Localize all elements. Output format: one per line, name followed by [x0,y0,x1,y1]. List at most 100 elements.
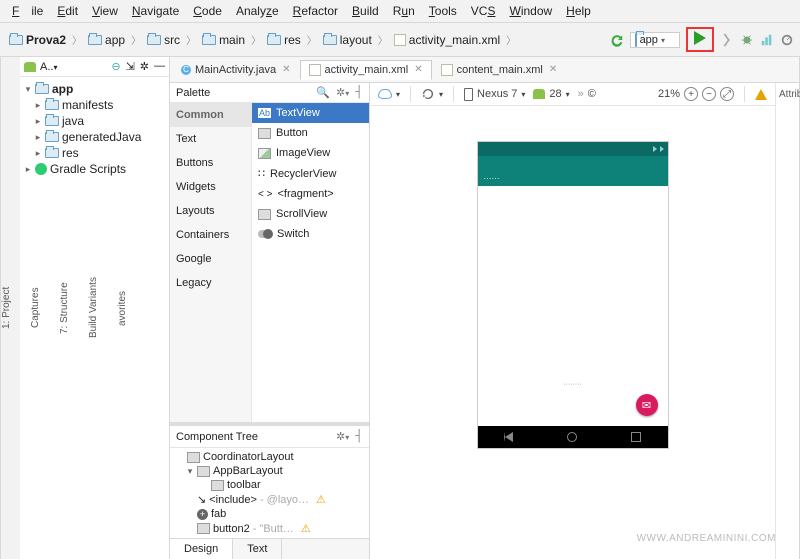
dock-icon[interactable]: ┤ [355,86,363,99]
run-config-select[interactable]: app ▾ [630,32,680,48]
menu-build[interactable]: Build [346,2,385,20]
palette-item-label: Button [276,127,308,139]
palette-item-imageview[interactable]: ImageView [252,143,369,163]
tool-favorites-tab[interactable]: avorites [117,291,128,326]
menu-run[interactable]: Run [387,2,421,20]
menu-file[interactable]: File [6,2,49,20]
close-icon[interactable]: ✕ [282,64,290,75]
menu-vcs[interactable]: VCS [465,2,502,20]
tab-main-activity[interactable]: CMainActivity.java✕ [172,60,300,80]
close-icon[interactable]: ✕ [414,64,422,75]
tab-activity-main-xml[interactable]: activity_main.xml✕ [300,60,432,80]
tab-content-main-xml[interactable]: content_main.xml✕ [432,60,567,80]
menu-analyze[interactable]: Analyze [230,2,285,20]
palette-cat-containers[interactable]: Containers [170,223,251,247]
design-surface-select[interactable]: ▾ [378,89,400,99]
attributes-panel-collapsed[interactable]: Attribute [775,83,799,559]
debug-icon[interactable] [740,33,754,47]
folder-icon [202,35,216,45]
palette-cat-google[interactable]: Google [170,247,251,271]
tree-node-gradle-scripts[interactable]: ▸Gradle Scripts [22,161,167,177]
menu-tools[interactable]: Tools [423,2,463,20]
palette-cat-layouts[interactable]: Layouts [170,199,251,223]
palette-cat-common[interactable]: Common [170,103,251,127]
crumb-main[interactable]: main [199,32,248,48]
tree-node-app[interactable]: ▾app [22,81,167,97]
tool-structure-tab[interactable]: 7: Structure [59,282,70,334]
theme-select[interactable]: »© [578,88,596,100]
run-button[interactable] [686,27,714,52]
menu-edit[interactable]: Edit [51,2,84,20]
crumb-src[interactable]: src [144,32,183,48]
close-icon[interactable]: ✕ [549,64,557,75]
tree-node-include[interactable]: ↘<include> - @layo…⚠ [174,492,365,507]
navigation-bar: Prova2〉 app〉 src〉 main〉 res〉 layout〉 act… [0,23,800,57]
settings-gear-icon[interactable]: ✲ [140,60,149,73]
warnings-icon[interactable] [755,89,767,100]
tree-node-manifests[interactable]: ▸manifests [22,97,167,113]
palette-item-switch[interactable]: Switch [252,224,369,244]
sync-icon[interactable] [610,33,624,47]
palette-item-textview[interactable]: AbTextView [252,103,369,123]
hide-icon[interactable]: ― [154,60,165,73]
tree-node-fab[interactable]: +fab [174,507,365,521]
button-icon [197,523,210,534]
collapse-all-icon[interactable]: ⊖ [111,60,120,73]
folder-icon [45,100,59,110]
apply-changes-icon[interactable] [720,33,734,47]
crumb-app[interactable]: app [85,32,128,48]
crumb-project[interactable]: Prova2 [6,32,69,48]
menu-view[interactable]: View [86,2,124,20]
profiler-icon[interactable] [760,33,774,47]
preview-title: ······ [484,174,500,183]
palette-item-fragment[interactable]: < ><fragment> [252,184,369,204]
palette-cat-buttons[interactable]: Buttons [170,151,251,175]
crumb-layout[interactable]: layout [320,32,375,48]
tree-node-toolbar[interactable]: toolbar [174,478,365,492]
design-tab[interactable]: Design [170,539,233,559]
dock-icon[interactable]: ┤ [355,430,363,443]
menu-navigate[interactable]: Navigate [126,2,185,20]
palette-item-scrollview[interactable]: ScrollView [252,204,369,224]
project-toolbar: A..▾ ⊖ ⇲ ✲ ― [20,57,169,77]
crumb-file[interactable]: activity_main.xml [391,32,503,48]
avd-manager-icon[interactable] [780,33,794,47]
tree-node-button2[interactable]: button2 - "Butt…⚠ [174,521,365,536]
preview-status-bar [478,142,668,156]
palette-item-recyclerview[interactable]: ∷RecyclerView [252,163,369,184]
project-view-mode[interactable]: A..▾ [40,61,57,73]
palette-item-button[interactable]: Button [252,123,369,143]
crumb-label: res [284,33,301,47]
tree-node-generated-java[interactable]: ▸generatedJava [22,129,167,145]
orientation-select[interactable]: ▾ [421,87,443,101]
zoom-fit-button[interactable]: ⤢ [720,87,734,101]
api-select[interactable]: 28 ▾ [533,88,569,100]
tree-node-res[interactable]: ▸res [22,145,167,161]
tool-build-variants-tab[interactable]: Build Variants [88,278,99,339]
tool-captures-tab[interactable]: Captures [30,288,41,329]
crumb-res[interactable]: res [264,32,304,48]
palette-cat-widgets[interactable]: Widgets [170,175,251,199]
tool-project-tab[interactable]: 1: Project [1,287,12,329]
search-icon[interactable]: 🔍 [316,86,330,99]
device-select[interactable]: Nexus 7 ▾ [464,88,525,101]
expand-icon[interactable]: ⇲ [126,60,135,73]
settings-gear-icon[interactable]: ✲▾ [336,430,349,443]
menu-refactor[interactable]: Refactor [287,2,344,20]
palette-cat-text[interactable]: Text [170,127,251,151]
zoom-in-button[interactable]: + [684,87,698,101]
design-surface[interactable]: ······ ········ ✉ [370,106,775,559]
menu-help[interactable]: Help [560,2,597,20]
tree-node-java[interactable]: ▸java [22,113,167,129]
gradle-icon [35,163,47,175]
zoom-out-button[interactable]: − [702,87,716,101]
menu-code[interactable]: Code [187,2,228,20]
menu-window[interactable]: Window [503,2,558,20]
palette-cat-legacy[interactable]: Legacy [170,271,251,295]
layout-icon [197,466,210,477]
palette-item-label: RecyclerView [270,168,336,180]
settings-gear-icon[interactable]: ✲▾ [336,86,349,99]
text-tab[interactable]: Text [233,539,282,559]
tree-node-coordinator[interactable]: CoordinatorLayout [174,450,365,464]
tree-node-appbar[interactable]: ▾AppBarLayout [174,464,365,478]
